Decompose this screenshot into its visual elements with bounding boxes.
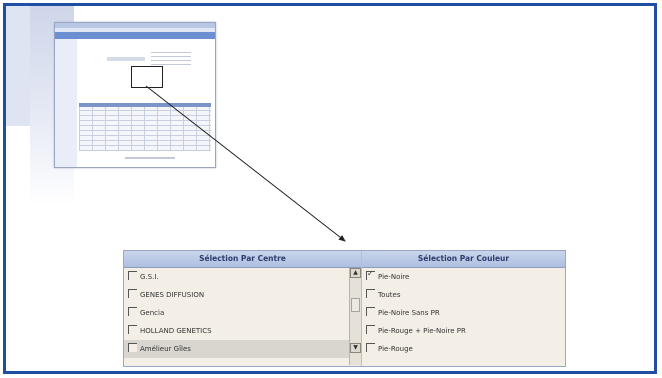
scrollbar-thumb[interactable]: [351, 298, 360, 312]
colour-option-pie-rouge[interactable]: Pie-Rouge: [362, 340, 565, 358]
option-label: Pie-Noire: [378, 273, 410, 281]
colour-selection-header: Sélection Par Couleur: [362, 251, 565, 268]
centre-option-holland-genetics[interactable]: HOLLAND GENETICS: [124, 322, 361, 340]
centre-option-gencia[interactable]: Gencia: [124, 304, 361, 322]
centre-option-amelieur-giles[interactable]: Amélieur Gîles: [124, 340, 361, 358]
centre-selection-header: Sélection Par Centre: [124, 251, 361, 268]
option-label: G.S.I.: [140, 273, 159, 281]
checkbox-checked[interactable]: [366, 269, 375, 280]
option-label: Gencia: [140, 309, 165, 317]
colour-option-pie-noire-sans-pr[interactable]: Pie-Noire Sans PR: [362, 304, 565, 322]
colour-selection-column: Sélection Par Couleur Pie-Noire Toutes P…: [362, 251, 565, 366]
checkbox[interactable]: [128, 271, 137, 280]
checkbox[interactable]: [366, 289, 375, 298]
arrow-up-icon[interactable]: ▲: [350, 268, 361, 278]
option-label: HOLLAND GENETICS: [140, 327, 212, 335]
option-label: Pie-Noire Sans PR: [378, 309, 440, 317]
slide-frame: Sélection Par Centre G.S.I. GENES DIFFUS…: [3, 3, 657, 374]
arrow-down-icon[interactable]: ▼: [350, 343, 361, 353]
centre-option-genes-diffusion[interactable]: GENES DIFFUSION: [124, 286, 361, 304]
checkbox[interactable]: [128, 307, 137, 316]
checkbox[interactable]: [128, 325, 137, 334]
checkbox[interactable]: [128, 343, 137, 352]
centre-option-gsi[interactable]: G.S.I.: [124, 268, 361, 286]
selection-panel: Sélection Par Centre G.S.I. GENES DIFFUS…: [123, 250, 566, 367]
option-label: GENES DIFFUSION: [140, 291, 205, 299]
checkbox[interactable]: [128, 289, 137, 298]
option-label: Toutes: [378, 291, 401, 299]
centre-list-scrollbar[interactable]: ▲ ▼: [349, 268, 361, 365]
centre-selection-column: Sélection Par Centre G.S.I. GENES DIFFUS…: [124, 251, 362, 366]
checkbox[interactable]: [366, 307, 375, 316]
colour-option-toutes[interactable]: Toutes: [362, 286, 565, 304]
option-label: Pie-Rouge: [378, 345, 413, 353]
colour-option-pie-noire[interactable]: Pie-Noire: [362, 268, 565, 286]
checkbox[interactable]: [366, 325, 375, 334]
colour-option-pie-rouge-pie-noire-pr[interactable]: Pie-Rouge + Pie-Noire PR: [362, 322, 565, 340]
option-label: Pie-Rouge + Pie-Noire PR: [378, 327, 466, 335]
option-label: Amélieur Gîles: [140, 345, 191, 353]
checkbox[interactable]: [366, 343, 375, 352]
